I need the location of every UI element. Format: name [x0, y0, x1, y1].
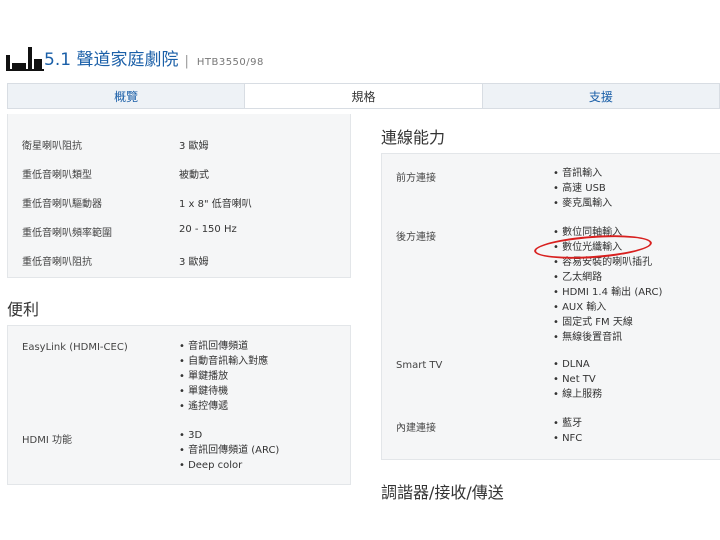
built-in-connection-list: 藍牙 NFC: [553, 416, 582, 446]
list-item: Deep color: [179, 458, 279, 473]
list-item: Net TV: [553, 372, 602, 387]
smart-tv-list: DLNA Net TV 線上服務: [553, 357, 602, 402]
list-item: 乙太網路: [553, 270, 662, 285]
easylink-feature-list: 音訊回傳頻道 自動音訊輸入對應 單鍵播放 單鍵待機 遙控傳遞: [179, 339, 268, 414]
model-number: HTB3550/98: [196, 57, 264, 68]
list-item: 麥克風輸入: [553, 196, 612, 211]
list-item: HDMI 1.4 輸出 (ARC): [553, 285, 662, 300]
connectivity-label-smart-tv: Smart TV: [396, 360, 443, 371]
spec-label: 重低音喇叭驅動器: [22, 199, 102, 210]
tuner-heading: 調諧器/接收/傳送: [381, 483, 504, 502]
spec-label: 衛星喇叭阻抗: [22, 141, 82, 152]
spec-value: 被動式: [179, 170, 209, 181]
list-item: 單鍵待機: [179, 384, 268, 399]
spec-value: 3 歐姆: [179, 141, 209, 152]
connectivity-label-built-in: 內建連接: [396, 423, 436, 434]
list-item: 音訊回傳頻道: [179, 339, 268, 354]
spec-value: 20 - 150 Hz: [179, 224, 237, 235]
list-item: 音訊輸入: [553, 166, 612, 181]
list-item: DLNA: [553, 357, 602, 372]
list-item: 自動音訊輸入對應: [179, 354, 268, 369]
convenience-heading: 便利: [7, 300, 40, 319]
convenience-label-easylink: EasyLink (HDMI-CEC): [22, 342, 128, 353]
speaker-set-icon: [6, 47, 44, 71]
title-separator: |: [184, 54, 189, 69]
list-item: 音訊回傳頻道 (ARC): [179, 443, 279, 458]
convenience-label-hdmi: HDMI 功能: [22, 435, 72, 446]
connectivity-heading: 連線能力: [381, 128, 446, 147]
list-item: 遙控傳遞: [179, 399, 268, 414]
hdmi-feature-list: 3D 音訊回傳頻道 (ARC) Deep color: [179, 428, 279, 473]
product-name: 5.1 聲道家庭劇院: [44, 50, 179, 70]
spec-label: 重低音喇叭頻率範圍: [22, 228, 112, 239]
tab-support[interactable]: 支援: [482, 84, 719, 108]
spec-label: 重低音喇叭阻抗: [22, 257, 92, 268]
list-item: 單鍵播放: [179, 369, 268, 384]
list-item: 高速 USB: [553, 181, 612, 196]
list-item: 固定式 FM 天線: [553, 315, 662, 330]
list-item: 無線後置音訊: [553, 330, 662, 345]
list-item: 線上服務: [553, 387, 602, 402]
connectivity-box: [381, 153, 720, 460]
connectivity-label-front: 前方連接: [396, 173, 436, 184]
spec-value: 1 x 8" 低音喇叭: [179, 199, 252, 210]
connectivity-label-rear: 後方連接: [396, 232, 436, 243]
list-item: 藍牙: [553, 416, 582, 431]
list-item: AUX 輸入: [553, 300, 662, 315]
list-item: 3D: [179, 428, 279, 443]
tab-specifications[interactable]: 規格: [245, 84, 483, 108]
tab-overview[interactable]: 概覽: [8, 84, 246, 108]
spec-label: 重低音喇叭類型: [22, 170, 92, 181]
list-item: NFC: [553, 431, 582, 446]
front-connection-list: 音訊輸入 高速 USB 麥克風輸入: [553, 166, 612, 211]
page-title: 5.1 聲道家庭劇院 | HTB3550/98: [44, 45, 264, 70]
spec-value: 3 歐姆: [179, 257, 209, 268]
tab-bar: 概覽 規格 支援: [7, 83, 720, 109]
